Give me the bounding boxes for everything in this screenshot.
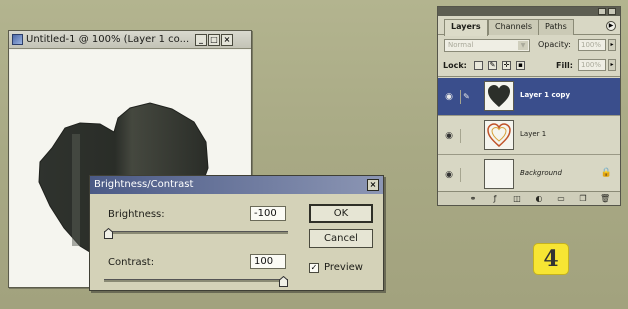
new-group-icon[interactable]: ▭ [556, 194, 566, 204]
cancel-button[interactable]: Cancel [309, 229, 373, 248]
lock-all-icon[interactable]: ▪ [516, 61, 525, 70]
panel-menu-icon[interactable]: ▶ [606, 21, 616, 31]
step-number-badge: 4 [533, 243, 569, 275]
maximize-button[interactable]: □ [208, 33, 220, 46]
contrast-field[interactable]: 100 [250, 254, 286, 269]
dialog-titlebar[interactable]: Brightness/Contrast × [90, 176, 383, 194]
brightness-slider-thumb[interactable] [104, 228, 113, 239]
lock-image-icon[interactable]: ✎ [488, 61, 497, 70]
preview-label[interactable]: Preview [324, 262, 363, 273]
layer-name[interactable]: Background [520, 169, 562, 177]
link-slot [460, 129, 472, 143]
dialog-close-button[interactable]: × [367, 179, 379, 191]
preview-checkbox[interactable]: ✓ [309, 263, 319, 273]
blend-row: Normal ▼ Opacity: 100% ▸ [438, 37, 620, 54]
opacity-field[interactable]: 100% [578, 39, 606, 51]
layer-mask-icon[interactable]: ◫ [512, 194, 522, 204]
tab-channels[interactable]: Channels [488, 19, 540, 35]
layer-thumbnail [484, 81, 514, 111]
layer-thumbnail [484, 120, 514, 150]
contrast-label: Contrast: [108, 257, 155, 268]
panel-minimize-button[interactable] [598, 8, 606, 15]
fill-field[interactable]: 100% [578, 59, 606, 71]
brush-icon: ✎ [460, 90, 472, 104]
ok-button[interactable]: OK [309, 204, 373, 223]
blend-mode-value: Normal [448, 41, 474, 49]
minimize-button[interactable]: _ [195, 33, 207, 46]
trash-icon[interactable]: 🗑 [600, 194, 610, 204]
layer-row-layer-1[interactable]: ◉ Layer 1 [438, 117, 620, 155]
lock-row: Lock: ✎ ✛ ▪ Fill: 100% ▸ [438, 55, 620, 77]
brightness-field[interactable]: -100 [250, 206, 286, 221]
link-layers-icon[interactable]: ⚭ [468, 194, 478, 204]
tab-layers[interactable]: Layers [444, 19, 488, 36]
eye-icon[interactable]: ◉ [442, 90, 456, 104]
lock-icon: 🔒 [600, 168, 612, 178]
tab-paths[interactable]: Paths [538, 19, 574, 35]
opacity-label: Opacity: [538, 40, 571, 49]
layer-row-background[interactable]: ◉ Background 🔒 [438, 156, 620, 194]
fill-label: Fill: [556, 61, 573, 70]
panel-title-strip[interactable] [438, 7, 620, 16]
brightness-slider-track[interactable] [104, 231, 288, 234]
brightness-label: Brightness: [108, 209, 165, 220]
close-button[interactable]: × [221, 33, 233, 46]
eye-icon[interactable]: ◉ [442, 129, 456, 143]
blend-mode-select[interactable]: Normal ▼ [444, 39, 530, 52]
layer-thumbnail [484, 159, 514, 189]
layer-name[interactable]: Layer 1 copy [520, 91, 570, 99]
eye-icon[interactable]: ◉ [442, 168, 456, 182]
lock-label: Lock: [443, 61, 467, 70]
lock-transparency-icon[interactable] [474, 61, 483, 70]
layer-name[interactable]: Layer 1 [520, 130, 546, 138]
contrast-slider-track[interactable] [104, 279, 288, 282]
link-slot [460, 168, 472, 182]
dialog-title: Brightness/Contrast [94, 179, 194, 190]
document-titlebar[interactable]: Untitled-1 @ 100% (Layer 1 co... _ □ × [9, 31, 251, 49]
panel-bottom-bar: ⚭ ƒ ◫ ◐ ▭ ❐ 🗑 [438, 191, 620, 205]
panel-close-button[interactable] [608, 8, 616, 15]
contrast-slider-thumb[interactable] [279, 276, 288, 287]
brightness-contrast-dialog: Brightness/Contrast × Brightness: -100 C… [89, 175, 384, 291]
panel-tabs: Layers Channels Paths ▶ [438, 17, 620, 36]
layers-panel: Layers Channels Paths ▶ Normal ▼ Opacity… [437, 6, 621, 206]
chevron-down-icon[interactable]: ▼ [518, 41, 528, 50]
document-title: Untitled-1 @ 100% (Layer 1 co... [26, 34, 190, 45]
photoshop-document-icon [12, 34, 23, 45]
layer-row-layer-1-copy[interactable]: ◉ ✎ Layer 1 copy [438, 78, 620, 116]
lock-position-icon[interactable]: ✛ [502, 61, 511, 70]
layer-style-icon[interactable]: ƒ [490, 194, 500, 204]
new-layer-icon[interactable]: ❐ [578, 194, 588, 204]
adjustment-layer-icon[interactable]: ◐ [534, 194, 544, 204]
fill-arrow-icon[interactable]: ▸ [608, 59, 616, 71]
opacity-arrow-icon[interactable]: ▸ [608, 39, 616, 51]
